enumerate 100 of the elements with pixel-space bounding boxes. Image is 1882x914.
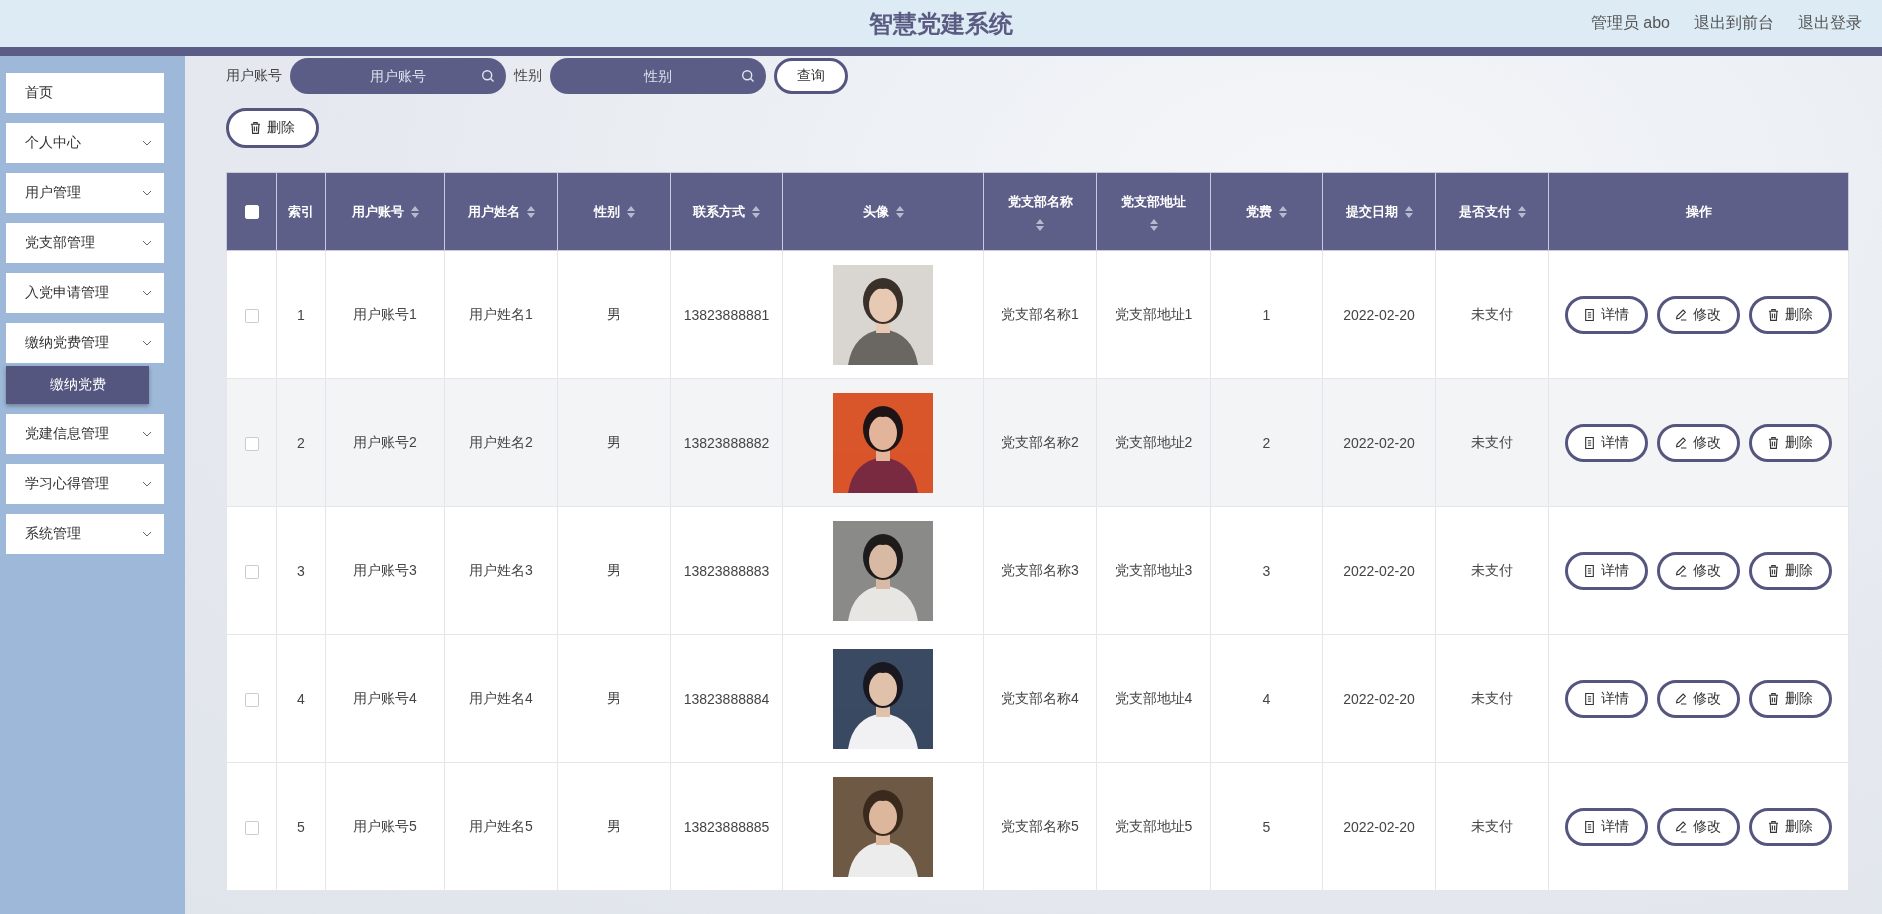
table-cell: 未支付 [1471, 433, 1513, 450]
delete-button[interactable]: 删除 [1749, 295, 1832, 334]
edit-button[interactable]: 修改 [1657, 807, 1740, 846]
detail-button[interactable]: 详情 [1565, 551, 1648, 590]
table-cell: 用户账号1 [353, 305, 417, 322]
edit-button[interactable]: 修改 [1657, 551, 1740, 590]
table-cell: 2 [1262, 434, 1271, 451]
search-field[interactable]: 用户账号 [290, 58, 506, 94]
column-header[interactable]: 是否支付 [1435, 172, 1549, 251]
sort-icon[interactable] [410, 205, 419, 218]
chevron-icon [142, 481, 152, 487]
sort-icon[interactable] [1036, 218, 1044, 231]
column-header[interactable]: 党支部地址 [1096, 172, 1211, 251]
table-cell: 党支部名称3 [1001, 561, 1079, 578]
table-cell: 用户账号5 [353, 817, 417, 834]
column-header[interactable]: 用户账号 [325, 172, 445, 251]
document-icon [1584, 308, 1595, 321]
delete-button[interactable]: 删除 [1749, 423, 1832, 462]
detail-button[interactable]: 详情 [1565, 423, 1648, 462]
sort-icon[interactable] [1149, 218, 1158, 231]
menu-item[interactable]: 首页 [6, 73, 164, 113]
table-cell: 2022-02-20 [1343, 434, 1415, 451]
edit-button[interactable]: 修改 [1657, 679, 1740, 718]
row-checkbox[interactable] [244, 820, 259, 835]
row-checkbox[interactable] [244, 564, 259, 579]
column-header[interactable]: 联系方式 [670, 172, 783, 251]
table-cell: 13823888882 [683, 434, 770, 451]
column-header[interactable]: 性别 [557, 172, 671, 251]
table-cell: 男 [607, 305, 621, 322]
table-cell: 未支付 [1471, 689, 1513, 706]
search-field[interactable]: 性别 [550, 58, 766, 94]
pencil-icon [1676, 308, 1687, 321]
trash-icon [1768, 436, 1779, 449]
table-cell: 用户姓名1 [469, 305, 533, 322]
pencil-icon [1676, 820, 1687, 833]
trash-icon [1768, 692, 1779, 705]
table-cell: 未支付 [1471, 305, 1513, 322]
sort-icon[interactable] [1404, 205, 1413, 218]
column-header: 操作 [1548, 172, 1849, 251]
menu-item[interactable]: 党建信息管理 [6, 414, 164, 454]
header-link[interactable]: 退出登录 [1798, 13, 1862, 34]
document-icon [1584, 436, 1595, 449]
document-icon [1584, 564, 1595, 577]
column-header[interactable]: 提交日期 [1322, 172, 1436, 251]
column-header[interactable]: 头像 [782, 172, 984, 251]
table-cell: 1 [1262, 306, 1271, 323]
delete-button[interactable]: 删除 [226, 108, 319, 148]
sort-icon[interactable] [1517, 205, 1526, 218]
column-header[interactable]: 索引 [276, 172, 326, 251]
chevron-icon [142, 531, 152, 537]
sort-icon[interactable] [626, 205, 635, 218]
row-checkbox[interactable] [244, 692, 259, 707]
sort-icon[interactable] [752, 205, 760, 218]
select-all-checkbox[interactable] [244, 205, 259, 220]
column-header[interactable]: 用户姓名 [444, 172, 558, 251]
menu-item[interactable]: 学习心得管理 [6, 464, 164, 504]
header-link[interactable]: 管理员 abo [1590, 13, 1670, 34]
table-cell: 党支部名称5 [1001, 817, 1079, 834]
table-cell: 13823888884 [683, 690, 770, 707]
delete-button[interactable]: 删除 [1749, 679, 1832, 718]
table-cell: 用户账号2 [353, 433, 417, 450]
table-cell: 党支部地址2 [1114, 433, 1193, 450]
chevron-icon [142, 431, 152, 437]
table-cell: 用户账号4 [353, 689, 417, 706]
menu-item[interactable]: 入党申请管理 [6, 273, 164, 313]
sort-icon[interactable] [526, 205, 535, 218]
pencil-icon [1676, 692, 1687, 705]
detail-button[interactable]: 详情 [1565, 295, 1648, 334]
edit-button[interactable]: 修改 [1657, 295, 1740, 334]
table-cell: 3 [297, 562, 305, 579]
row-checkbox[interactable] [244, 308, 259, 323]
detail-button[interactable]: 详情 [1565, 679, 1648, 718]
table-cell: 用户账号3 [353, 561, 417, 578]
row-checkbox[interactable] [244, 436, 259, 451]
table-cell: 党支部名称2 [1001, 433, 1079, 450]
table-cell: 党支部地址3 [1114, 561, 1193, 578]
header-link[interactable]: 退出到前台 [1694, 13, 1774, 34]
table-cell: 党支部地址1 [1114, 305, 1193, 322]
submenu-item[interactable]: 缴纳党费 [6, 366, 149, 404]
detail-button[interactable]: 详情 [1565, 807, 1648, 846]
menu-item[interactable]: 个人中心 [6, 123, 164, 163]
chevron-icon [142, 290, 152, 296]
table-cell: 5 [1262, 818, 1271, 835]
column-header[interactable]: 党支部名称 [983, 172, 1097, 251]
menu-item[interactable]: 用户管理 [6, 173, 164, 213]
menu-item[interactable]: 党支部管理 [6, 223, 164, 263]
column-header[interactable]: 党费 [1210, 172, 1323, 251]
table-cell: 13823888883 [683, 562, 770, 579]
delete-button[interactable]: 删除 [1749, 807, 1832, 846]
sort-icon[interactable] [895, 205, 904, 218]
table-cell: 男 [607, 433, 621, 450]
query-button[interactable]: 查询 [774, 58, 848, 94]
edit-button[interactable]: 修改 [1657, 423, 1740, 462]
delete-button[interactable]: 删除 [1749, 551, 1832, 590]
sort-icon[interactable] [1279, 205, 1287, 218]
table-cell: 2022-02-20 [1343, 562, 1415, 579]
table-cell: 党支部地址5 [1114, 817, 1193, 834]
menu-item[interactable]: 缴纳党费管理 [6, 323, 164, 363]
trash-icon [1768, 564, 1779, 577]
menu-item[interactable]: 系统管理 [6, 514, 164, 554]
